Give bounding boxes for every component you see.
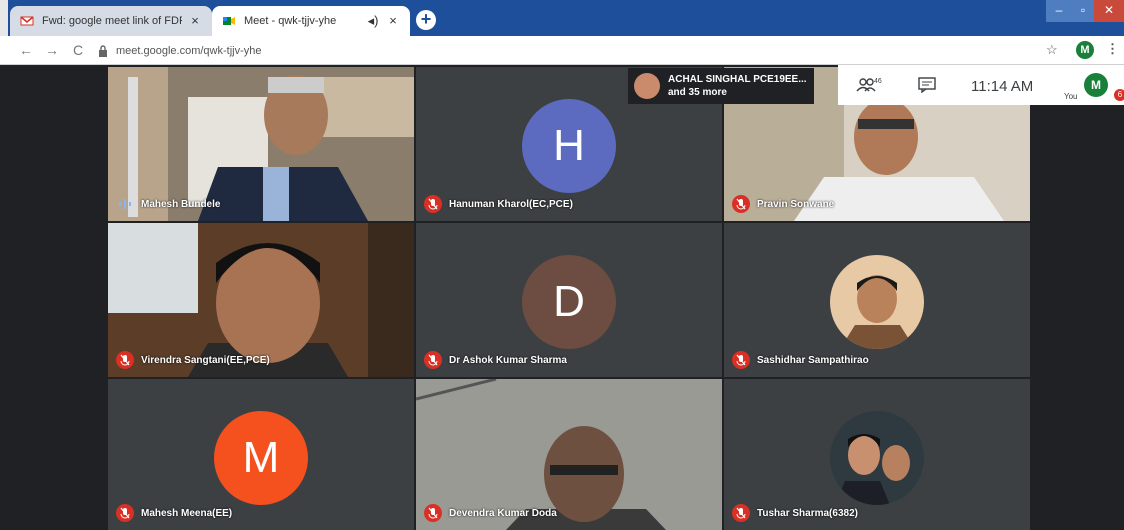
gmail-icon bbox=[20, 16, 34, 26]
presenter-avatar bbox=[634, 73, 660, 99]
mic-muted-icon bbox=[116, 504, 134, 522]
people-button[interactable]: 46 bbox=[856, 76, 882, 99]
chat-icon bbox=[918, 77, 936, 94]
meet-top-bar: 46 11:14 AM You M 6 bbox=[838, 65, 1124, 105]
browser-toolbar: ← → C meet.google.com/qwk-tjjv-yhe ☆ M ⋮ bbox=[0, 36, 1124, 65]
lock-icon bbox=[99, 44, 107, 57]
maximize-button[interactable]: ▫ bbox=[1072, 0, 1094, 22]
participant-name: Pravin Sonwane bbox=[757, 198, 835, 210]
browser-tab-strip: Fwd: google meet link of FDP - × Meet - … bbox=[0, 0, 1124, 36]
mic-muted-icon bbox=[732, 504, 750, 522]
participant-name: Hanuman Kharol(EC,PCE) bbox=[449, 198, 573, 210]
participant-name: Dr Ashok Kumar Sharma bbox=[449, 354, 567, 366]
participant-avatar bbox=[830, 255, 924, 349]
participant-name: Devendra Kumar Doda bbox=[449, 507, 557, 519]
presenter-name: ACHAL SINGHAL PCE19EE... bbox=[668, 74, 807, 85]
forward-arrow-icon[interactable]: → bbox=[44, 42, 60, 58]
self-label: You bbox=[1064, 92, 1078, 101]
participant-name: Mahesh Bundele bbox=[141, 198, 221, 210]
meeting-clock: 11:14 AM bbox=[971, 78, 1034, 95]
close-window-button[interactable]: ✕ bbox=[1094, 0, 1124, 22]
participant-name: Virendra Sangtani(EE,PCE) bbox=[141, 354, 270, 366]
browser-menu-icon[interactable]: ⋮ bbox=[1106, 41, 1119, 57]
chat-button[interactable] bbox=[918, 77, 936, 98]
tab-close-icon[interactable]: × bbox=[386, 14, 400, 28]
presenter-chip[interactable]: ACHAL SINGHAL PCE19EE... and 35 more bbox=[628, 68, 814, 104]
profile-avatar[interactable]: M bbox=[1076, 41, 1094, 59]
tab-strip-edge bbox=[0, 0, 8, 36]
participant-tile[interactable]: Tushar Sharma(6382) bbox=[724, 379, 1030, 530]
tab-title: Fwd: google meet link of FDP - bbox=[42, 15, 182, 27]
audio-playing-icon[interactable]: ◂) bbox=[366, 14, 380, 28]
participant-avatar bbox=[830, 411, 924, 505]
meet-grid: Mahesh Bundele H Hanuman Kharol(EC,PCE) … bbox=[0, 65, 1124, 530]
minimize-button[interactable]: – bbox=[1046, 0, 1072, 22]
participant-name: Sashidhar Sampathirao bbox=[757, 354, 869, 366]
tab-close-icon[interactable]: × bbox=[188, 14, 202, 28]
participant-tile[interactable]: Virendra Sangtani(EE,PCE) bbox=[108, 223, 414, 377]
participant-tile[interactable]: Devendra Kumar Doda bbox=[416, 379, 722, 530]
tab-gmail[interactable]: Fwd: google meet link of FDP - × bbox=[10, 6, 212, 36]
participant-tile[interactable]: D Dr Ashok Kumar Sharma bbox=[416, 223, 722, 377]
mic-muted-icon bbox=[424, 504, 442, 522]
meet-icon bbox=[223, 17, 235, 25]
participant-tile[interactable]: Sashidhar Sampathirao bbox=[724, 223, 1030, 377]
tab-title: Meet - qwk-tjjv-yhe bbox=[244, 15, 337, 27]
notification-badge: 6 bbox=[1114, 89, 1124, 101]
reload-icon[interactable]: C bbox=[70, 42, 86, 58]
back-arrow-icon[interactable]: ← bbox=[18, 42, 34, 58]
participant-tile[interactable]: Mahesh Bundele bbox=[108, 67, 414, 221]
presenter-more: and 35 more bbox=[668, 87, 727, 98]
tab-meet[interactable]: Meet - qwk-tjjv-yhe ◂) × bbox=[212, 6, 410, 36]
speaking-indicator-icon bbox=[116, 195, 134, 213]
new-tab-button[interactable]: + bbox=[416, 10, 436, 30]
url-text: meet.google.com/qwk-tjjv-yhe bbox=[116, 44, 262, 57]
bookmark-star-icon[interactable]: ☆ bbox=[1046, 42, 1058, 58]
mic-muted-icon bbox=[424, 351, 442, 369]
address-bar[interactable]: meet.google.com/qwk-tjjv-yhe bbox=[98, 40, 1038, 61]
participant-tile[interactable]: M Mahesh Meena(EE) bbox=[108, 379, 414, 530]
mic-muted-icon bbox=[116, 351, 134, 369]
mic-muted-icon bbox=[732, 351, 750, 369]
people-icon: 46 bbox=[856, 78, 882, 92]
mic-muted-icon bbox=[732, 195, 750, 213]
mic-muted-icon bbox=[424, 195, 442, 213]
participant-avatar: M bbox=[214, 411, 308, 505]
self-avatar[interactable]: M bbox=[1084, 73, 1108, 97]
participant-name: Mahesh Meena(EE) bbox=[141, 507, 233, 519]
participant-avatar: H bbox=[522, 99, 616, 193]
participant-avatar: D bbox=[522, 255, 616, 349]
people-count: 46 bbox=[874, 78, 882, 85]
participant-name: Tushar Sharma(6382) bbox=[757, 507, 858, 519]
